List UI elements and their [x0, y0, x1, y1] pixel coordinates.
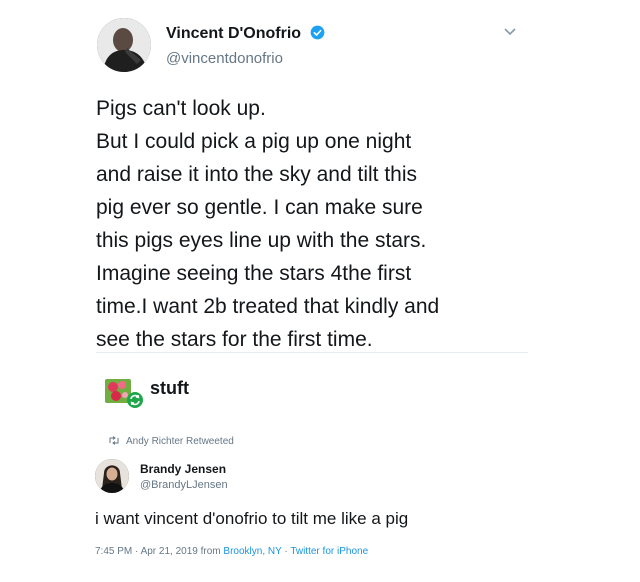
retweet-context-text: Andy Richter Retweeted: [126, 436, 234, 447]
retweet-context[interactable]: Andy Richter Retweeted: [108, 436, 234, 447]
avatar-photo: [95, 459, 129, 493]
location-link[interactable]: Brooklyn, NY: [223, 546, 281, 557]
display-name-text: Vincent D'Onofrio: [166, 25, 302, 42]
display-name[interactable]: Vincent D'Onofrio: [166, 25, 325, 43]
tweet-line: Pigs can't look up.: [96, 97, 266, 120]
separator: ·: [281, 546, 291, 557]
tweet-metadata: 7:45 PM · Apr 21, 2019 from Brooklyn, NY…: [95, 546, 368, 557]
retweet-icon: [109, 436, 119, 445]
tweet-line: and raise it into the sky and tilt this: [96, 163, 417, 186]
tweet-line: time.I want 2b treated that kindly and: [96, 295, 440, 318]
handle[interactable]: @vincentdonofrio: [166, 50, 283, 67]
avatar[interactable]: [95, 459, 129, 493]
tweet-line: Imagine seeing the stars 4the first: [96, 262, 412, 285]
stuft-label: stuft: [150, 378, 189, 398]
tweet-text: i want vincent d'onofrio to tilt me like…: [95, 509, 409, 528]
chevron-down-icon[interactable]: [503, 27, 517, 37]
timestamp[interactable]: 7:45 PM · Apr 21, 2019 from: [95, 546, 221, 557]
tweet-text: Pigs can't look up. But I could pick a p…: [96, 92, 536, 356]
avatar-photo: [97, 18, 151, 72]
divider: [96, 352, 528, 353]
source-link[interactable]: Twitter for iPhone: [290, 546, 368, 557]
verified-badge-icon: [310, 25, 324, 40]
handle[interactable]: @BrandyLJensen: [140, 479, 228, 491]
display-name[interactable]: Brandy Jensen: [140, 462, 226, 476]
avatar[interactable]: [97, 18, 151, 72]
stuft-logo-icon: [105, 379, 143, 408]
tweet-line: pig ever so gentle. I can make sure: [96, 196, 423, 219]
tweet-line: But I could pick a pig up one night: [96, 130, 412, 153]
tweet-line: this pigs eyes line up with the stars.: [96, 229, 427, 252]
